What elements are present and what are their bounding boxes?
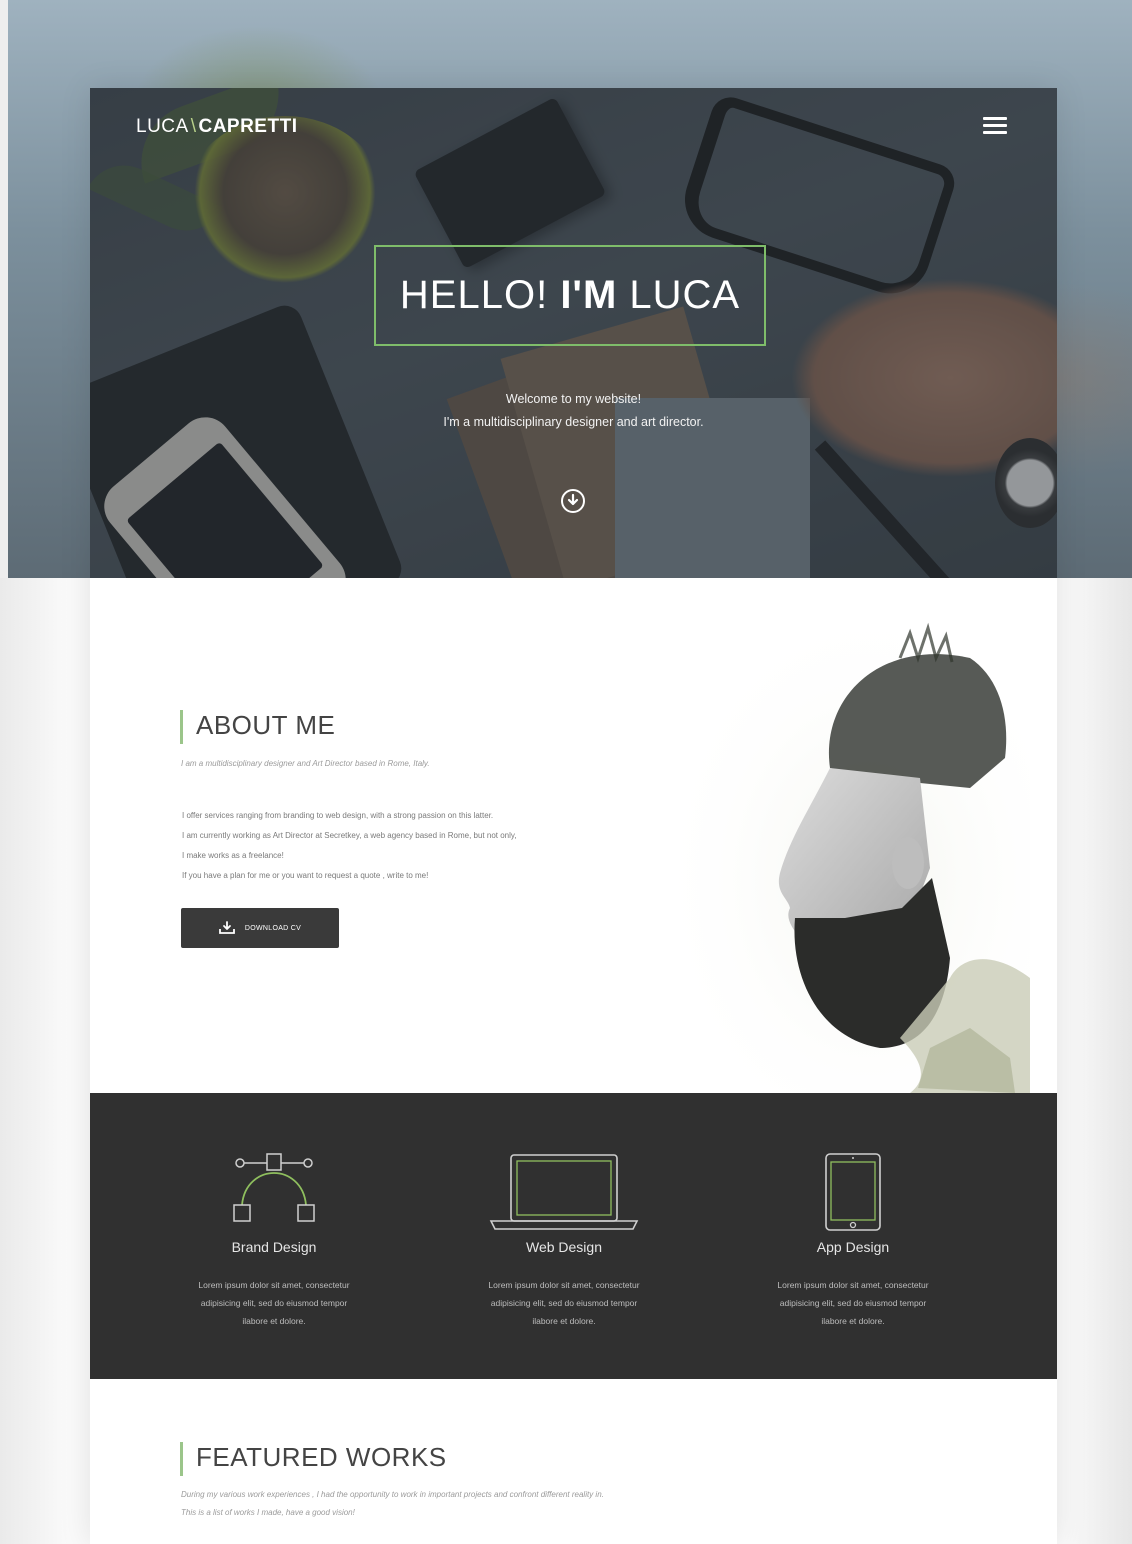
service-desc-line: ilabore et dolore. <box>821 1316 885 1326</box>
logo-first-name: LUCA <box>136 116 189 137</box>
about-body: I offer services ranging from branding t… <box>182 806 622 886</box>
download-cv-label: DOWNLOAD CV <box>244 924 302 932</box>
about-body-line: I offer services ranging from branding t… <box>182 811 494 820</box>
services-section: Brand Design Lorem ipsum dolor sit amet,… <box>90 1093 1057 1379</box>
section-accent-bar <box>180 1442 183 1476</box>
hero-section: LUCA \ CAPRETTI HELLO! I'M LUCA Welcome to… <box>90 88 1057 578</box>
about-tagline: I am a multidisciplinary designer and Ar… <box>181 759 430 768</box>
hero-subtitle-line: Welcome to my website! <box>505 392 642 406</box>
hamburger-menu-icon[interactable] <box>983 117 1007 135</box>
hero-title-frame: HELLO! I'M LUCA <box>374 245 766 346</box>
featured-intro-line: This is a list of works I made, have a g… <box>181 1508 355 1517</box>
download-tray-icon <box>218 921 235 934</box>
service-description: Lorem ipsum dolor sit amet, consectetur … <box>154 1276 394 1330</box>
hero-subtitle-line: I'm a multidisciplinary designer and art… <box>443 415 704 429</box>
about-body-line: I make works as a freelance! <box>182 851 284 860</box>
service-desc-line: ilabore et dolore. <box>532 1316 596 1326</box>
hero-title-name: LUCA <box>617 273 741 317</box>
service-name: Web Design <box>525 1239 602 1255</box>
service-desc-line: adipisicing elit, sed do eiusmod tempor <box>200 1298 348 1308</box>
service-desc-line: adipisicing elit, sed do eiusmod tempor <box>490 1298 638 1308</box>
about-heading-block: ABOUT ME <box>180 710 580 750</box>
about-title: ABOUT ME <box>196 710 336 740</box>
logo-slash: \ <box>190 116 197 137</box>
service-name: App Design <box>816 1239 890 1255</box>
service-desc-line: Lorem ipsum dolor sit amet, consectetur <box>777 1280 929 1290</box>
featured-title: FEATURED WORKS <box>196 1442 447 1472</box>
about-body-line: If you have a plan for me or you want to… <box>182 871 429 880</box>
hero-title: HELLO! I'M LUCA <box>400 273 740 318</box>
arrow-down-circle-icon[interactable] <box>560 488 586 514</box>
service-desc-line: ilabore et dolore. <box>242 1316 306 1326</box>
service-desc-line: Lorem ipsum dolor sit amet, consectetur <box>198 1280 350 1290</box>
hero-subtitle: Welcome to my website! I'm a multidiscip… <box>290 388 857 434</box>
download-cv-button[interactable]: DOWNLOAD CV <box>181 908 339 948</box>
laptop-icon <box>489 1154 639 1230</box>
page-container: LUCA \ CAPRETTI HELLO! I'M LUCA Welcome to… <box>90 88 1057 1544</box>
featured-intro-line: During my various work experiences , I h… <box>181 1490 604 1499</box>
service-name: Brand Design <box>231 1239 317 1255</box>
section-accent-bar <box>180 710 183 744</box>
site-logo[interactable]: LUCA \ CAPRETTI <box>136 116 297 138</box>
service-description: Lorem ipsum dolor sit amet, consectetur … <box>444 1276 684 1330</box>
bezier-pen-icon <box>233 1153 315 1222</box>
portrait-image <box>670 618 1030 1093</box>
logo-last-name: CAPRETTI <box>198 116 298 137</box>
service-description: Lorem ipsum dolor sit amet, consectetur … <box>733 1276 973 1330</box>
about-body-line: I am currently working as Art Director a… <box>182 831 517 840</box>
hero-title-im: I'M <box>560 273 618 317</box>
service-desc-line: Lorem ipsum dolor sit amet, consectetur <box>488 1280 640 1290</box>
hero-title-hello: HELLO! <box>399 273 561 317</box>
service-desc-line: adipisicing elit, sed do eiusmod tempor <box>779 1298 927 1308</box>
featured-heading-block: FEATURED WORKS <box>180 1442 580 1482</box>
tablet-icon <box>825 1153 881 1231</box>
